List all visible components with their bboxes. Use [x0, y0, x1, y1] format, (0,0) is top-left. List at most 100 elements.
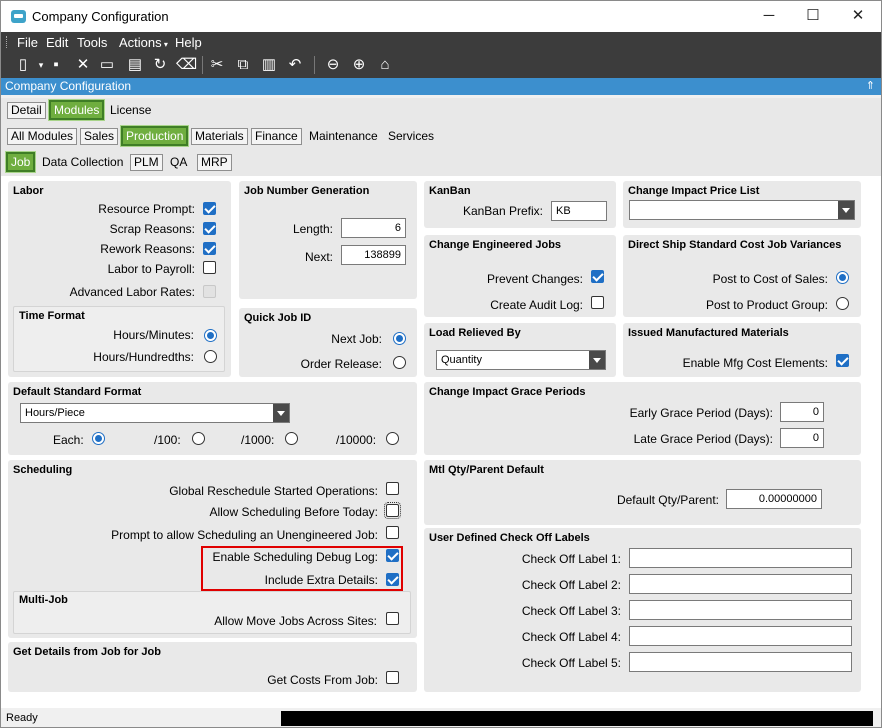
late-grace-period-input[interactable]: 0	[780, 428, 824, 448]
prompt-unengineered-checkbox[interactable]	[386, 526, 399, 539]
save-icon[interactable]: ▪	[46, 55, 66, 75]
tab-services[interactable]: Services	[384, 128, 438, 145]
menu-file[interactable]: File	[17, 35, 38, 50]
default-standard-format-panel: Default Standard Format Hours/Piece Each…	[8, 382, 417, 455]
quick-job-id-title: Quick Job ID	[244, 312, 312, 324]
back-icon[interactable]: ⊖	[323, 55, 343, 75]
labor-to-payroll-checkbox[interactable]	[203, 261, 216, 274]
window-title: Company Configuration	[32, 9, 169, 24]
global-reschedule-checkbox[interactable]	[386, 482, 399, 495]
early-grace-period-input[interactable]: 0	[780, 402, 824, 422]
check-off-input-3[interactable]	[629, 600, 852, 620]
check-off-input-1[interactable]	[629, 548, 852, 568]
load-relieved-by-dropdown[interactable]: Quantity	[436, 350, 606, 370]
prevent-changes-checkbox[interactable]	[591, 270, 604, 283]
allow-move-jobs-checkbox[interactable]	[386, 612, 399, 625]
menu-actions[interactable]: Actions ▾	[119, 35, 168, 50]
status-text: Ready	[6, 712, 38, 724]
chevron-down-icon[interactable]	[273, 404, 289, 422]
issued-manufactured-materials-title: Issued Manufactured Materials	[628, 327, 789, 339]
tab-mrp[interactable]: MRP	[197, 154, 232, 171]
chevron-down-icon[interactable]	[589, 351, 605, 369]
tab-license[interactable]: License	[106, 102, 155, 119]
book-icon[interactable]: ▭	[97, 55, 117, 75]
per-10000-label: /10000:	[336, 433, 377, 447]
forward-icon[interactable]: ⊕	[349, 55, 369, 75]
menu-help[interactable]: Help	[175, 35, 202, 50]
undo-icon[interactable]: ↶	[285, 55, 305, 75]
get-details-panel: Get Details from Job for Job Get Costs F…	[8, 642, 417, 692]
menu-tools[interactable]: Tools	[77, 35, 107, 50]
copy-icon[interactable]: ⧉	[233, 55, 253, 75]
check-off-label-3: Check Off Label 3:	[521, 604, 621, 618]
per-10000-radio[interactable]	[386, 432, 399, 445]
default-qty-parent-input[interactable]: 0.00000000	[726, 489, 822, 509]
user-defined-checkoff-panel: User Defined Check Off Labels Check Off …	[424, 528, 861, 692]
tab-job[interactable]: Job	[6, 152, 36, 172]
check-off-input-2[interactable]	[629, 574, 852, 594]
new-icon[interactable]: ▯	[13, 55, 33, 75]
post-to-product-group-radio[interactable]	[836, 297, 849, 310]
tab-maintenance[interactable]: Maintenance	[305, 128, 382, 145]
get-costs-checkbox[interactable]	[386, 671, 399, 684]
scheduling-title: Scheduling	[13, 464, 73, 476]
tab-plm[interactable]: PLM	[130, 154, 163, 171]
tab-data-collection[interactable]: Data Collection	[38, 154, 127, 171]
next-input[interactable]: 138899	[341, 245, 406, 265]
tab-sales[interactable]: Sales	[80, 128, 119, 145]
default-standard-format-dropdown[interactable]: Hours/Piece	[20, 403, 290, 423]
clear-icon[interactable]: ⌫	[176, 55, 197, 75]
per-1000-radio[interactable]	[285, 432, 298, 445]
hours-hundredths-radio[interactable]	[204, 350, 217, 363]
menu-actions-label: Actions	[119, 35, 162, 50]
menu-edit[interactable]: Edit	[46, 35, 68, 50]
enable-mfg-cost-checkbox[interactable]	[836, 354, 849, 367]
default-standard-format-title: Default Standard Format	[13, 386, 142, 398]
tab-production[interactable]: Production	[121, 126, 189, 146]
order-release-label: Order Release:	[300, 357, 382, 371]
attachment-icon[interactable]: ▤	[125, 55, 145, 75]
hours-minutes-radio[interactable]	[204, 329, 217, 342]
post-to-cost-of-sales-radio[interactable]	[836, 271, 849, 284]
scrap-reasons-checkbox[interactable]	[203, 222, 216, 235]
home-icon[interactable]: ⌂	[375, 55, 395, 75]
refresh-icon[interactable]: ↻	[150, 55, 170, 75]
company-bar-label: Company Configuration	[5, 79, 132, 93]
pin-icon[interactable]: ⇑	[866, 78, 875, 95]
length-input[interactable]: 6	[341, 218, 406, 238]
rework-reasons-checkbox[interactable]	[203, 242, 216, 255]
create-audit-log-checkbox[interactable]	[591, 296, 604, 309]
cut-icon[interactable]: ✂	[207, 55, 227, 75]
price-list-dropdown[interactable]	[629, 200, 855, 220]
tab-qa[interactable]: QA	[166, 154, 191, 171]
tab-detail[interactable]: Detail	[7, 102, 46, 119]
check-off-input-5[interactable]	[629, 652, 852, 672]
hours-hundredths-label: Hours/Hundredths:	[93, 350, 194, 364]
order-release-radio[interactable]	[393, 356, 406, 369]
change-impact-grace-periods-panel: Change Impact Grace Periods Early Grace …	[424, 382, 861, 455]
each-radio[interactable]	[92, 432, 105, 445]
minimize-button[interactable]: ─	[746, 5, 792, 27]
paste-icon[interactable]: ▥	[259, 55, 279, 75]
issued-manufactured-materials-panel: Issued Manufactured Materials Enable Mfg…	[623, 323, 861, 377]
allow-before-today-checkbox[interactable]	[384, 502, 401, 519]
close-button[interactable]: ✕	[835, 5, 881, 27]
kanban-prefix-input[interactable]: KB	[551, 201, 607, 221]
toolbar: ▯ ▾ ▪ ✕ ▭ ▤ ↻ ⌫ ✂ ⧉ ▥ ↶ ⊖ ⊕ ⌂	[1, 51, 881, 78]
resource-prompt-checkbox[interactable]	[203, 202, 216, 215]
check-off-input-4[interactable]	[629, 626, 852, 646]
check-off-label-4: Check Off Label 4:	[521, 630, 621, 644]
tab-finance[interactable]: Finance	[251, 128, 302, 145]
load-relieved-by-value: Quantity	[441, 354, 482, 366]
tab-all-modules[interactable]: All Modules	[7, 128, 78, 145]
next-job-radio[interactable]	[393, 332, 406, 345]
per-100-radio[interactable]	[192, 432, 205, 445]
tab-modules[interactable]: Modules	[49, 100, 105, 120]
rework-reasons-label: Rework Reasons:	[100, 242, 195, 256]
delete-icon[interactable]: ✕	[73, 55, 93, 75]
chevron-down-icon[interactable]	[838, 201, 854, 219]
menu-bar: File Edit Tools Actions ▾ Help	[1, 32, 881, 51]
per-100-label: /100:	[154, 433, 181, 447]
maximize-button[interactable]: ☐	[790, 5, 836, 27]
tab-materials[interactable]: Materials	[191, 128, 248, 145]
